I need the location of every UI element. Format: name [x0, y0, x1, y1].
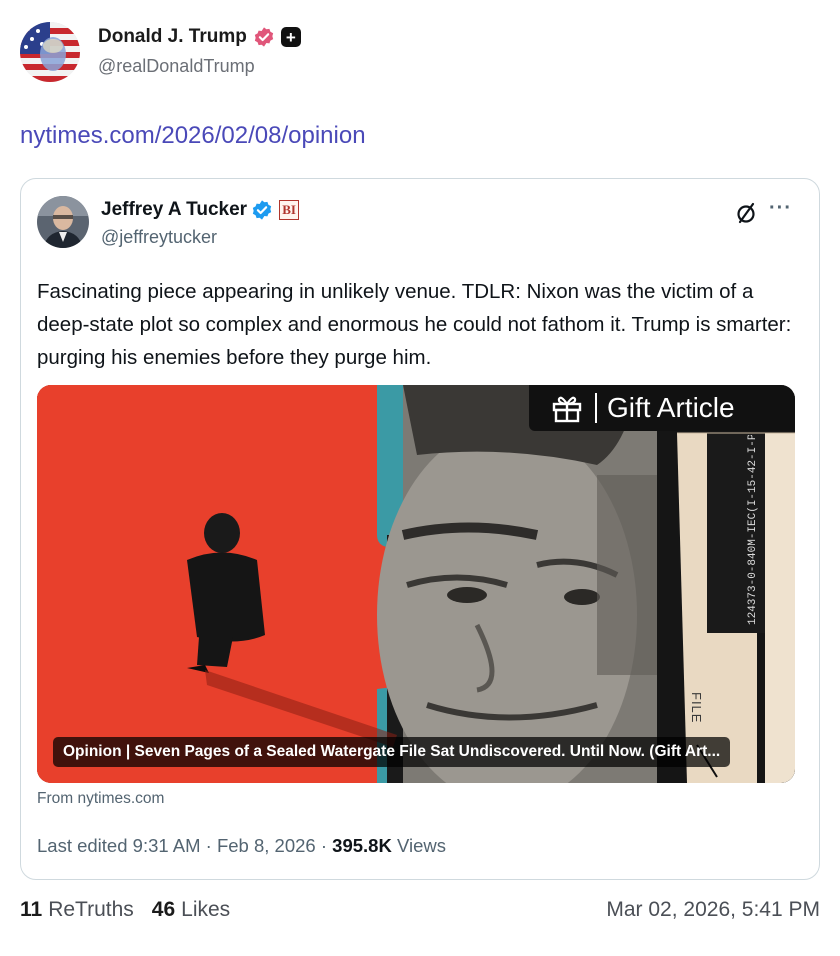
- file-tab-code: 124373-0-840M-IEC(I-15-42-I-P: [747, 435, 759, 625]
- article-preview-card[interactable]: Gift Article 124373-0-840M-IEC(I-15-42-I…: [37, 385, 795, 783]
- verified-pink-icon: [254, 27, 274, 47]
- more-options-icon[interactable]: ···: [769, 197, 792, 220]
- plus-badge-icon: +: [280, 27, 301, 47]
- file-tab-code-text: 124373-0-840M-IEC(I-15-42-I-P: [747, 435, 759, 625]
- post-header: Donald J. Trump + @realDonaldTrump: [20, 22, 301, 82]
- post-date[interactable]: Mar 02, 2026, 5:41 PM: [606, 898, 820, 922]
- article-caption: Opinion | Seven Pages of a Sealed Waterg…: [53, 737, 731, 767]
- grok-icon[interactable]: [734, 201, 758, 225]
- retruths-stat[interactable]: 11 ReTruths: [20, 898, 134, 922]
- embed-author-name[interactable]: Jeffrey A Tucker: [101, 199, 247, 221]
- likes-stat[interactable]: 46 Likes: [152, 898, 230, 922]
- views-label: Views: [396, 835, 446, 856]
- author-avatar[interactable]: [20, 22, 80, 82]
- article-source: From nytimes.com: [37, 790, 165, 807]
- retruths-count: 11: [20, 898, 43, 921]
- edited-metadata: Last edited 9:31 AM · Feb 8, 2026 · 395.…: [37, 835, 446, 857]
- gift-divider: [595, 393, 597, 423]
- article-illustration: [37, 385, 795, 783]
- author-name[interactable]: Donald J. Trump: [98, 26, 247, 48]
- gift-article-label: Gift Article: [607, 392, 735, 423]
- article-link[interactable]: nytimes.com/2026/02/08/opinion: [20, 122, 366, 150]
- likes-label: Likes: [181, 898, 231, 921]
- likes-count: 46: [151, 898, 176, 921]
- verified-blue-icon: [252, 200, 272, 220]
- embed-author-avatar[interactable]: [37, 196, 89, 248]
- retruths-label: ReTruths: [48, 898, 134, 921]
- file-label: FILE: [689, 692, 704, 723]
- edited-timestamp: Last edited 9:31 AM · Feb 8, 2026 ·: [37, 835, 333, 856]
- gift-article-button[interactable]: Gift Article: [529, 385, 795, 431]
- embed-author-handle[interactable]: @jeffreytucker: [101, 227, 299, 248]
- gift-icon: [552, 396, 582, 423]
- views-count: 395.8K: [332, 835, 392, 856]
- post-footer: 11 ReTruths 46 Likes Mar 02, 2026, 5:41 …: [20, 898, 820, 922]
- embed-post-text: Fascinating piece appearing in unlikely …: [37, 280, 792, 369]
- author-handle[interactable]: @realDonaldTrump: [98, 56, 301, 77]
- file-label-text: FILE: [689, 692, 704, 723]
- affiliate-badge-icon: BI: [279, 200, 300, 220]
- embedded-post-card[interactable]: Jeffrey A Tucker BI @jeffreytucker ··· F…: [20, 178, 820, 880]
